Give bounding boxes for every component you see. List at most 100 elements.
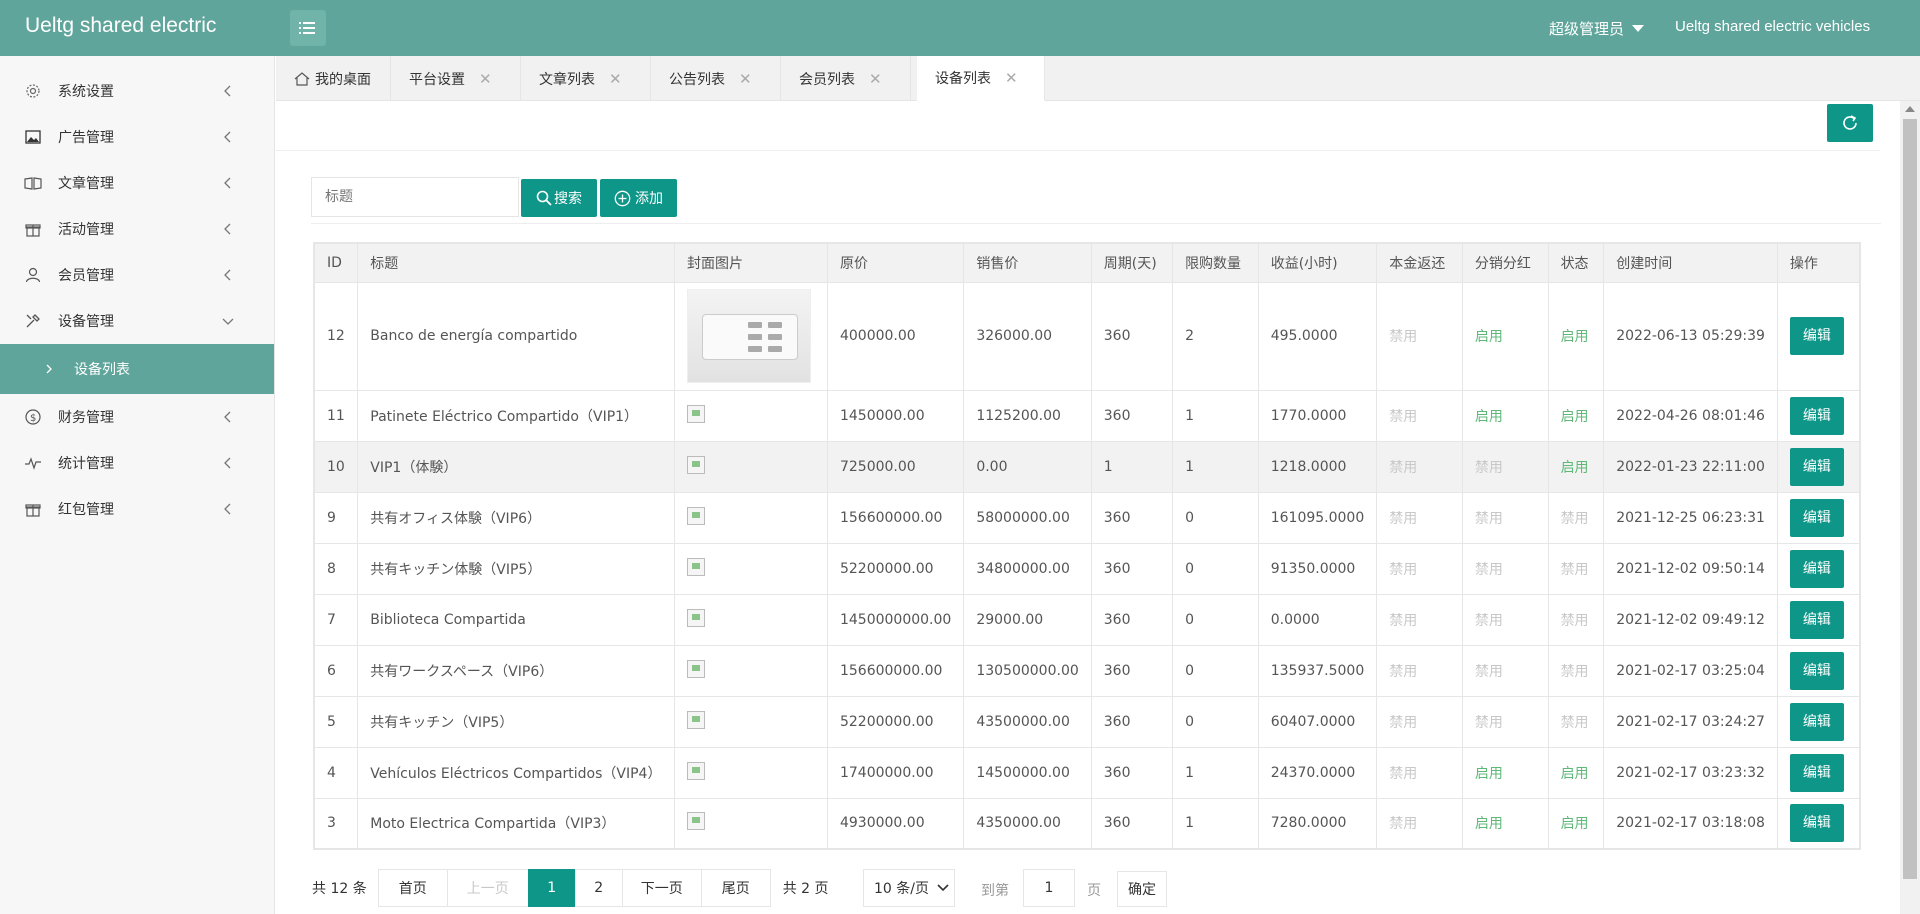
- tab-platform-settings[interactable]: 平台设置 ✕: [391, 56, 521, 101]
- scrollbar[interactable]: [1900, 101, 1920, 914]
- dollar-icon: $: [24, 408, 42, 426]
- col-header-original-price: 原价: [826, 242, 965, 283]
- edit-button[interactable]: 编辑: [1789, 549, 1844, 588]
- pager-page-1[interactable]: 1: [527, 869, 576, 907]
- cell-id: 11: [313, 389, 359, 442]
- close-icon[interactable]: ✕: [609, 70, 622, 88]
- tools-icon: [24, 312, 42, 330]
- edit-button[interactable]: 编辑: [1789, 753, 1844, 792]
- col-header-status: 状态: [1547, 242, 1605, 283]
- cell-refund: 禁用: [1376, 644, 1463, 697]
- col-header-created: 创建时间: [1603, 242, 1778, 283]
- pager-last-button[interactable]: 尾页: [700, 869, 771, 907]
- pager-next-button[interactable]: 下一页: [621, 869, 702, 907]
- cell-actions: 编辑: [1776, 281, 1861, 391]
- tab-notice-list[interactable]: 公告列表 ✕: [651, 56, 781, 101]
- chevron-left-icon: [224, 503, 231, 515]
- pager-confirm-button[interactable]: 确定: [1117, 871, 1167, 907]
- table-row: 10 VIP1（体験） 725000.00 0.00 1 1 1218.0000…: [313, 440, 1861, 493]
- cell-status: 禁用: [1547, 593, 1605, 646]
- edit-button[interactable]: 编辑: [1789, 447, 1844, 486]
- chevron-left-icon: [224, 131, 231, 143]
- sidebar-item-articles[interactable]: 文章管理: [0, 160, 274, 206]
- cell-status: 禁用: [1547, 542, 1605, 595]
- add-button[interactable]: 添加: [600, 179, 677, 217]
- tab-desktop[interactable]: 我的桌面: [276, 56, 391, 101]
- sidebar-item-system[interactable]: 系统设置: [0, 68, 274, 114]
- table-row: 12 Banco de energía compartido 400000.00…: [313, 281, 1861, 391]
- pulse-icon: [24, 454, 42, 472]
- chevron-left-icon: [224, 411, 231, 423]
- cell-status: 禁用: [1547, 695, 1605, 748]
- cell-sale-price: 0.00: [963, 440, 1092, 493]
- edit-button[interactable]: 编辑: [1789, 600, 1844, 639]
- refresh-button[interactable]: [1827, 104, 1873, 142]
- sidebar-item-finance[interactable]: $ 财务管理: [0, 394, 274, 440]
- broken-image-icon: [687, 659, 705, 678]
- pager-prev-button[interactable]: 上一页: [446, 869, 529, 907]
- pager-page-2[interactable]: 2: [574, 869, 623, 907]
- close-icon[interactable]: ✕: [739, 70, 752, 88]
- cell-cover: [674, 281, 828, 391]
- cell-refund: 禁用: [1376, 281, 1463, 391]
- cell-distribution: 启用: [1461, 389, 1549, 442]
- slot: [768, 346, 782, 352]
- menu-toggle-button[interactable]: [290, 10, 326, 46]
- sidebar-item-ads[interactable]: 广告管理: [0, 114, 274, 160]
- user-menu[interactable]: 超级管理员: [1549, 18, 1645, 39]
- edit-button[interactable]: 编辑: [1789, 317, 1844, 355]
- pager-goto-input[interactable]: 1: [1023, 869, 1075, 907]
- cell-limit: 0: [1172, 644, 1259, 697]
- sidebar-item-statistics[interactable]: 统计管理: [0, 440, 274, 486]
- app-logo[interactable]: Ueltg shared electric: [25, 14, 216, 38]
- page-size-select[interactable]: 10 条/页: [863, 869, 955, 907]
- cell-income: 135937.5000: [1257, 644, 1378, 697]
- close-icon[interactable]: ✕: [1005, 69, 1018, 87]
- broken-image-icon: [687, 761, 705, 780]
- tab-article-list[interactable]: 文章列表 ✕: [521, 56, 651, 101]
- brand-link[interactable]: Ueltg shared electric vehicles: [1675, 18, 1870, 35]
- slot: [748, 322, 762, 328]
- cell-status: 禁用: [1547, 644, 1605, 697]
- user-name: 超级管理员: [1549, 20, 1625, 38]
- edit-button[interactable]: 编辑: [1789, 396, 1844, 435]
- table-header-row: ID 标题 封面图片 原价 销售价 周期(天) 限购数量 收益(小时) 本金返还…: [313, 242, 1861, 283]
- pager-page-count: 共 2 页: [782, 881, 829, 897]
- user-icon: [24, 266, 42, 284]
- cell-created: 2021-02-17 03:25:04: [1603, 644, 1778, 697]
- cell-cover: [674, 389, 828, 442]
- close-icon[interactable]: ✕: [479, 70, 492, 88]
- pager-first-button[interactable]: 首页: [377, 869, 448, 907]
- sidebar-item-devices[interactable]: 设备管理: [0, 298, 274, 344]
- broken-image-icon: [687, 506, 705, 525]
- chevron-left-icon: [224, 85, 231, 97]
- tab-member-list[interactable]: 会员列表 ✕: [781, 56, 911, 101]
- cell-status: 启用: [1547, 746, 1605, 799]
- cell-sale-price: 14500000.00: [963, 746, 1092, 799]
- cell-id: 5: [313, 695, 359, 748]
- sidebar-subitem-device-list[interactable]: 设备列表: [0, 344, 274, 394]
- search-button[interactable]: 搜索: [521, 179, 597, 217]
- gear-icon: [24, 82, 42, 100]
- hamburger-icon: [299, 22, 315, 34]
- scroll-up-icon[interactable]: [1905, 106, 1915, 112]
- cell-distribution: 禁用: [1461, 440, 1549, 493]
- table-row: 3 Moto Electrica Compartida（VIP3） 493000…: [313, 797, 1861, 850]
- edit-button[interactable]: 编辑: [1789, 651, 1844, 690]
- col-header-actions: 操作: [1776, 242, 1861, 283]
- edit-button[interactable]: 编辑: [1789, 702, 1844, 741]
- edit-button[interactable]: 编辑: [1789, 804, 1844, 843]
- sidebar-item-redpacket[interactable]: 红包管理: [0, 486, 274, 532]
- cell-title: 共有オフィス体験（VIP6）: [357, 491, 675, 544]
- tab-label: 平台设置: [409, 71, 465, 88]
- sidebar-item-members[interactable]: 会员管理: [0, 252, 274, 298]
- edit-button[interactable]: 编辑: [1789, 498, 1844, 537]
- cell-income: 1218.0000: [1257, 440, 1378, 493]
- search-input[interactable]: [311, 177, 519, 217]
- close-icon[interactable]: ✕: [869, 70, 882, 88]
- sidebar-item-activities[interactable]: 活动管理: [0, 206, 274, 252]
- scrollbar-thumb[interactable]: [1903, 119, 1917, 879]
- chevron-down-icon: [222, 318, 234, 325]
- chevron-down-icon: [937, 884, 949, 892]
- tab-device-list[interactable]: 设备列表 ✕: [917, 56, 1045, 101]
